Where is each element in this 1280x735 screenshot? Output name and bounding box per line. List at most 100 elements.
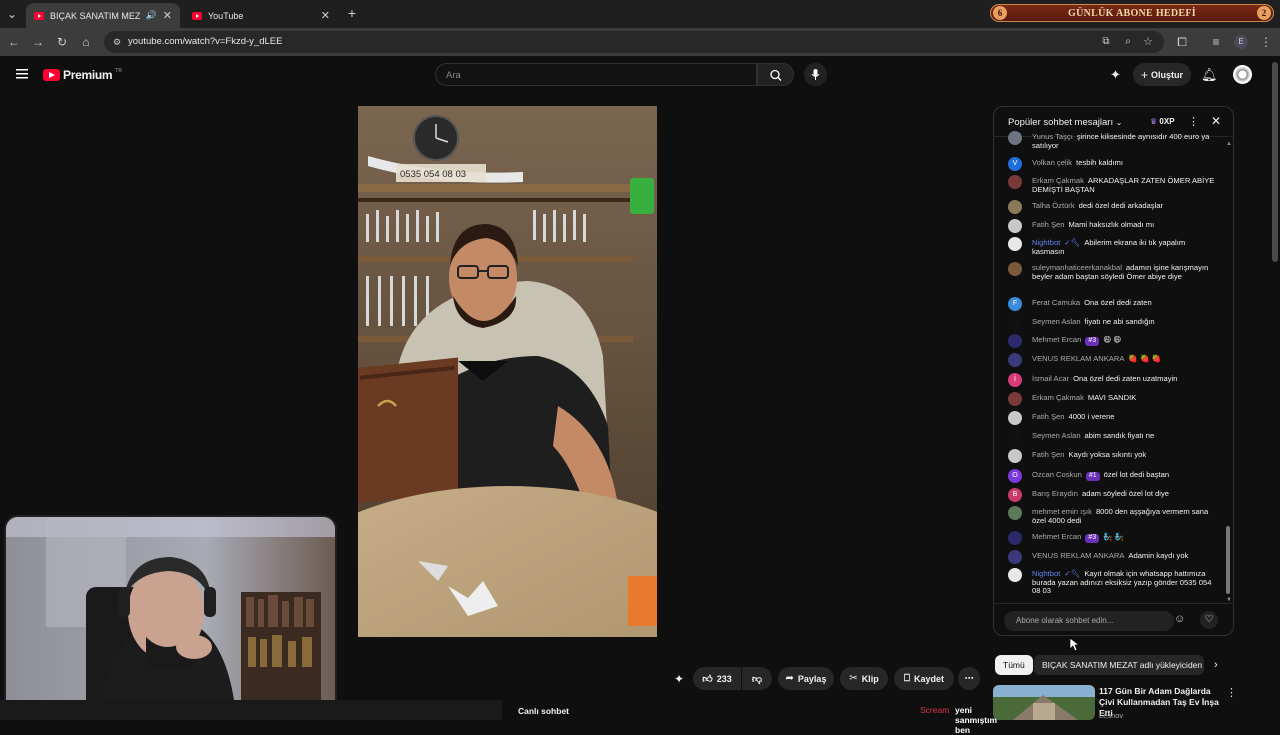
chat-avatar[interactable] bbox=[1008, 237, 1022, 251]
close-icon[interactable]: ✕ bbox=[321, 9, 330, 22]
chat-author[interactable]: Ferat Camuka bbox=[1032, 298, 1080, 307]
chat-author[interactable]: VENUS REKLAM ANKARA bbox=[1032, 354, 1124, 363]
emoji-icon[interactable]: ☺ bbox=[1174, 613, 1185, 625]
forward-icon[interactable]: → bbox=[30, 34, 46, 50]
hamburger-menu-icon[interactable] bbox=[16, 69, 28, 79]
chat-message-body: Yunus Taşçışirince kilisesinde aynısıdır… bbox=[1032, 133, 1218, 150]
search-button[interactable] bbox=[757, 63, 794, 86]
tab-bicak-sanatim[interactable]: BIÇAK SANATIM MEZAT ka 🔊 ✕ bbox=[26, 3, 180, 28]
chat-author[interactable]: Seymen Aslan bbox=[1032, 317, 1081, 326]
chat-avatar[interactable] bbox=[1008, 200, 1022, 214]
chat-avatar[interactable] bbox=[1008, 430, 1022, 444]
chat-avatar[interactable] bbox=[1008, 550, 1022, 564]
chat-avatar[interactable] bbox=[1008, 531, 1022, 545]
chat-avatar[interactable] bbox=[1008, 131, 1022, 145]
chat-avatar[interactable] bbox=[1008, 262, 1022, 276]
close-chat-icon[interactable]: ✕ bbox=[1211, 114, 1221, 128]
site-info-icon[interactable]: ⚙ bbox=[109, 34, 125, 50]
save-button[interactable]: ⎕ Kaydet bbox=[894, 667, 954, 690]
chat-text: 4000 i verene bbox=[1069, 412, 1115, 421]
chat-author[interactable]: İsmail Acar bbox=[1032, 374, 1069, 383]
chat-author[interactable]: Talha Öztürk bbox=[1032, 201, 1075, 210]
chat-avatar[interactable]: İ bbox=[1008, 373, 1022, 387]
chip-uploader[interactable]: BIÇAK SANATIM MEZAT adlı yükleyiciden bbox=[1034, 655, 1204, 675]
install-icon[interactable]: ⧉ bbox=[1098, 34, 1114, 50]
chat-mode-dropdown[interactable]: Popüler sohbet mesajları ⌄ bbox=[1008, 117, 1122, 128]
chat-author[interactable]: Fatih Şen bbox=[1032, 450, 1065, 459]
recommendation-menu-icon[interactable]: ⋮ bbox=[1226, 686, 1237, 699]
premium-puzzle-icon[interactable]: ✦ bbox=[1110, 67, 1121, 83]
speaker-icon[interactable]: 🔊 bbox=[146, 10, 157, 21]
more-actions-button[interactable]: ⋯ bbox=[958, 667, 980, 690]
zoom-icon[interactable]: ⌕ bbox=[1120, 34, 1136, 50]
xp-text: 0XP bbox=[1159, 117, 1174, 126]
reading-list-icon[interactable]: ≡ bbox=[1208, 34, 1224, 50]
recommendation-channel[interactable]: Lesnov bbox=[1099, 711, 1123, 720]
tab-search-icon[interactable]: ⌄ bbox=[4, 6, 20, 22]
chat-author[interactable]: Mehmet Ercan bbox=[1032, 335, 1081, 344]
chat-avatar[interactable] bbox=[1008, 175, 1022, 189]
chat-avatar[interactable] bbox=[1008, 411, 1022, 425]
chat-text: tesbih kaldımı bbox=[1076, 158, 1123, 167]
chat-author[interactable]: Erkam Çakmak bbox=[1032, 393, 1084, 402]
chevron-down-icon: ⌄ bbox=[1116, 118, 1123, 127]
close-icon[interactable]: ✕ bbox=[163, 9, 172, 22]
reload-icon[interactable]: ↻ bbox=[54, 34, 70, 50]
chat-avatar[interactable] bbox=[1008, 334, 1022, 348]
home-icon[interactable]: ⌂ bbox=[78, 34, 94, 50]
profile-avatar[interactable]: E bbox=[1234, 35, 1248, 49]
back-icon[interactable]: ← bbox=[6, 34, 22, 50]
menu-kebab-icon[interactable]: ⋮ bbox=[1258, 34, 1274, 50]
url-box[interactable]: ⚙ youtube.com/watch?v=Fkzd-y_dLEE ⧉ ⌕ ☆ bbox=[104, 31, 1164, 53]
search-input[interactable]: Ara bbox=[435, 63, 757, 86]
chat-author[interactable]: Fatih Şen bbox=[1032, 412, 1065, 421]
chat-author[interactable]: Seymen Aslan bbox=[1032, 431, 1081, 440]
chevron-right-icon[interactable]: › bbox=[1214, 659, 1218, 671]
account-avatar[interactable] bbox=[1233, 65, 1252, 84]
chat-avatar[interactable]: V bbox=[1008, 157, 1022, 171]
chat-avatar[interactable] bbox=[1008, 449, 1022, 463]
chat-avatar[interactable] bbox=[1008, 353, 1022, 367]
overlay-author: Scream bbox=[920, 705, 949, 715]
bookmark-star-icon[interactable]: ☆ bbox=[1140, 34, 1156, 50]
dislike-button[interactable]: 👎︎ bbox=[742, 667, 772, 690]
chat-author[interactable]: Fatih Şen bbox=[1032, 220, 1065, 229]
heart-reaction-icon[interactable]: ♡ bbox=[1200, 611, 1218, 629]
chat-author[interactable]: Mehmet Ercan bbox=[1032, 532, 1081, 541]
chat-author[interactable]: Ozcan Coskun bbox=[1032, 470, 1082, 479]
chat-avatar[interactable] bbox=[1008, 568, 1022, 582]
page-scrollbar[interactable] bbox=[1272, 62, 1278, 262]
video-player[interactable]: 0535 054 08 03 bbox=[358, 106, 657, 637]
chat-avatar[interactable] bbox=[1008, 392, 1022, 406]
chat-author[interactable]: Barış Eraydın bbox=[1032, 489, 1078, 498]
xp-badge[interactable]: ♛ 0XP bbox=[1146, 115, 1179, 128]
chat-avatar[interactable]: O bbox=[1008, 469, 1022, 483]
chat-avatar[interactable]: F bbox=[1008, 297, 1022, 311]
chip-all[interactable]: Tümü bbox=[995, 655, 1033, 675]
youtube-logo[interactable]: Premium TR bbox=[43, 68, 122, 82]
chat-scrollbar[interactable]: ▲ ▼ bbox=[1226, 141, 1230, 601]
chat-message-body: suleymanhaticeerkanakbaladamın işine kar… bbox=[1032, 264, 1218, 281]
clip-button[interactable]: ✂ Klip bbox=[840, 667, 888, 690]
chat-input[interactable]: Abone olarak sohbet edin... bbox=[1004, 611, 1174, 631]
recommendation-thumbnail[interactable] bbox=[993, 685, 1095, 720]
chat-author[interactable]: Volkan çelik bbox=[1032, 158, 1072, 167]
share-button[interactable]: ➦ Paylaş bbox=[778, 667, 834, 690]
extensions-icon[interactable]: ⧠ bbox=[1174, 34, 1190, 50]
live-chat-label[interactable]: Canlı sohbet bbox=[518, 706, 569, 716]
premium-icon[interactable]: ✦ bbox=[674, 672, 684, 686]
new-tab-button[interactable]: + bbox=[344, 5, 360, 21]
overlay-message: yeni sanmıştım ben bbox=[955, 705, 997, 735]
voice-search-button[interactable] bbox=[804, 63, 827, 86]
tab-youtube[interactable]: YouTube ✕ bbox=[184, 3, 338, 28]
notifications-bell-icon[interactable]: 🔔︎ bbox=[1201, 67, 1218, 83]
url-text[interactable]: youtube.com/watch?v=Fkzd-y_dLEE bbox=[128, 36, 282, 47]
create-button[interactable]: + Oluştur bbox=[1133, 63, 1191, 86]
chat-avatar[interactable] bbox=[1008, 219, 1022, 233]
chat-avatar[interactable]: B bbox=[1008, 488, 1022, 502]
chat-avatar[interactable] bbox=[1008, 506, 1022, 520]
chat-avatar[interactable] bbox=[1008, 316, 1022, 330]
chat-author[interactable]: VENUS REKLAM ANKARA bbox=[1032, 551, 1124, 560]
like-button[interactable]: 👍︎ 233 bbox=[693, 667, 741, 690]
chat-menu-kebab-icon[interactable]: ⋮ bbox=[1188, 115, 1199, 128]
